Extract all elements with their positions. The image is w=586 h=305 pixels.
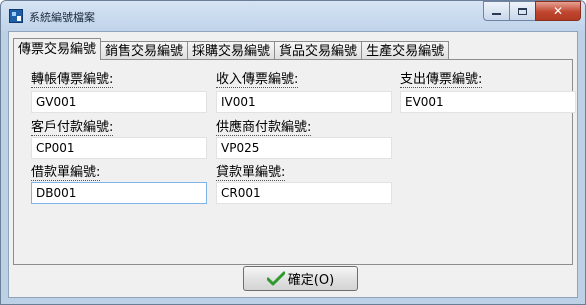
app-icon[interactable]	[9, 9, 23, 23]
close-icon: ✕	[552, 4, 564, 18]
tab-purchase-numbers[interactable]: 採購交易編號	[187, 41, 276, 60]
tab-goods-numbers[interactable]: 貨品交易編號	[274, 41, 363, 60]
expense-voucher-input[interactable]	[400, 91, 576, 113]
close-button[interactable]: ✕	[535, 1, 581, 21]
credit-note-input[interactable]	[216, 182, 392, 204]
customer-payment-label: 客戶付款編號:	[31, 120, 114, 136]
income-voucher-label: 收入傳票編號:	[216, 72, 299, 88]
title-bar[interactable]: 系統編號檔案 ✕	[1, 1, 585, 31]
window-title: 系統編號檔案	[29, 11, 95, 24]
maximize-icon	[518, 7, 527, 15]
maximize-button[interactable]	[509, 1, 536, 21]
tab-production-numbers[interactable]: 生產交易編號	[361, 41, 450, 60]
supplier-payment-label: 供應商付款編號:	[216, 120, 312, 136]
tab-voucher-numbers[interactable]: 傳票交易編號	[13, 38, 102, 60]
minimize-button[interactable]	[483, 1, 510, 21]
expense-voucher-label: 支出傳票編號:	[400, 72, 483, 88]
transfer-voucher-label: 轉帳傳票編號:	[31, 72, 114, 88]
transfer-voucher-input[interactable]	[31, 91, 207, 113]
customer-payment-input[interactable]	[31, 137, 207, 159]
tab-sales-numbers[interactable]: 銷售交易編號	[100, 41, 189, 60]
check-icon	[266, 271, 285, 285]
tab-strip: 傳票交易編號 銷售交易編號 採購交易編號 貨品交易編號 生產交易編號	[13, 38, 450, 60]
debit-note-input[interactable]	[31, 182, 207, 204]
main-window: 系統編號檔案 ✕ 傳票交易編號 銷售交易編號 採購交易編號 貨品交易編號 生產交…	[0, 0, 586, 305]
ok-button-label: 確定(O)	[287, 273, 335, 288]
tab-panel: 轉帳傳票編號: 收入傳票編號: 支出傳票編號: 客戶付款編號: 供應商付款編號:…	[13, 59, 576, 265]
debit-note-label: 借款單編號:	[31, 165, 101, 181]
dialog-client-area: 傳票交易編號 銷售交易編號 採購交易編號 貨品交易編號 生產交易編號 轉帳傳票編…	[8, 31, 578, 298]
minimize-icon	[492, 13, 501, 15]
credit-note-label: 貸款單編號:	[216, 165, 286, 181]
income-voucher-input[interactable]	[216, 91, 392, 113]
supplier-payment-input[interactable]	[216, 137, 392, 159]
ok-button[interactable]: 確定(O)	[243, 266, 358, 291]
